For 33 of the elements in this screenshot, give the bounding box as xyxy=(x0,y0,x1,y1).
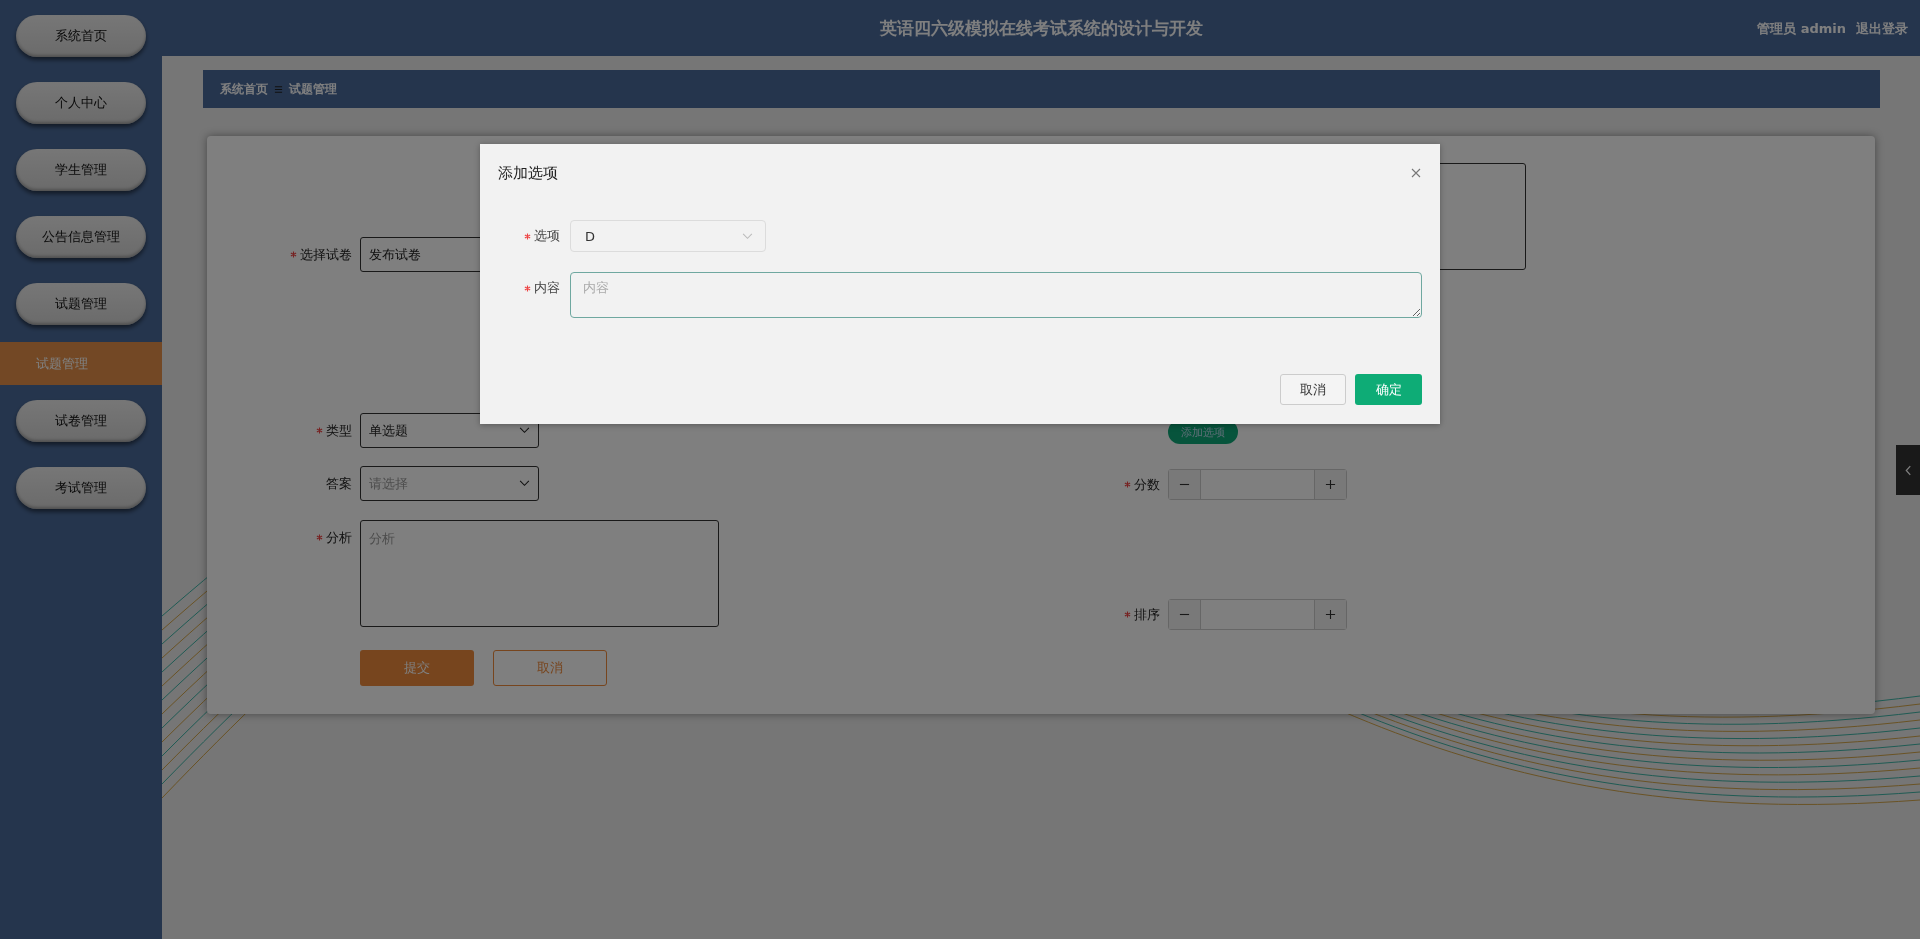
chevron-down-icon xyxy=(742,232,753,240)
breadcrumb-link[interactable]: 系统首页 xyxy=(220,80,268,98)
logout-link[interactable]: 退出登录 xyxy=(1856,20,1908,38)
app-title: 英语四六级模拟在线考试系统的设计与开发 xyxy=(879,16,1203,40)
separator-icon xyxy=(274,84,283,94)
sidebar-item[interactable]: 试卷管理 xyxy=(16,400,146,442)
chevron-down-icon xyxy=(519,480,530,487)
field-label: 排序 xyxy=(1134,605,1160,624)
breadcrumb-current: 试题管理 xyxy=(289,80,337,98)
field-label: 分析 xyxy=(326,528,352,547)
cancel-button[interactable]: 取消 xyxy=(1280,374,1346,405)
chevron-left-icon xyxy=(1904,464,1912,476)
select-field[interactable]: D xyxy=(570,220,766,252)
field-label: 内容 xyxy=(534,279,560,297)
sidebar-item[interactable]: 考试管理 xyxy=(16,467,146,509)
plus-icon[interactable] xyxy=(1325,609,1336,620)
sidebar-item[interactable]: 公告信息管理 xyxy=(16,216,146,258)
sidebar-item[interactable]: 系统首页 xyxy=(16,15,146,57)
sidebar-item[interactable]: 个人中心 xyxy=(16,82,146,124)
submit-button[interactable]: 提交 xyxy=(360,650,474,686)
dialog-title: 添加选项 xyxy=(498,163,558,183)
user-label: 管理员 admin xyxy=(1757,20,1846,38)
sidebar-item[interactable]: 试题管理 xyxy=(16,283,146,325)
textarea-field[interactable]: 内容 xyxy=(570,272,1422,318)
field-label: 分数 xyxy=(1134,475,1160,494)
field-label: 类型 xyxy=(326,421,352,440)
field-label: 选择试卷 xyxy=(300,245,352,264)
field-label: 答案 xyxy=(326,474,352,493)
confirm-button[interactable]: 确定 xyxy=(1355,374,1422,405)
chevron-down-icon xyxy=(519,427,530,434)
sidebar-item[interactable]: 学生管理 xyxy=(16,149,146,191)
close-icon[interactable] xyxy=(1411,168,1421,178)
plus-icon[interactable] xyxy=(1325,479,1336,490)
